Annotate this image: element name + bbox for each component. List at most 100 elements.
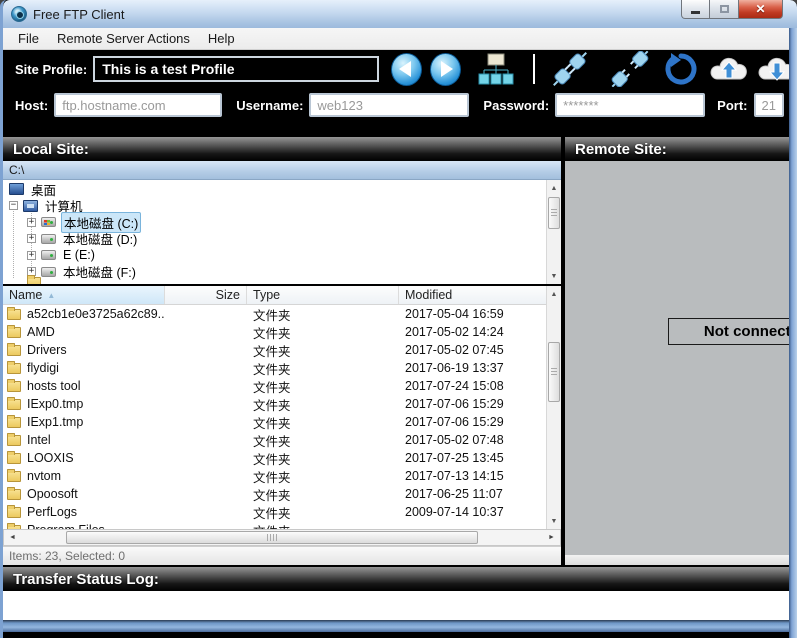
- expand-icon[interactable]: +: [27, 250, 36, 260]
- file-type: 文件夹: [253, 470, 291, 485]
- remote-site-body: Not connected: [565, 161, 797, 565]
- file-row[interactable]: PerfLogs 文件夹 2009-07-14 10:37: [3, 503, 546, 521]
- column-header-modified[interactable]: Modified: [399, 286, 546, 304]
- file-modified: 2017-05-02 07:48: [405, 433, 504, 447]
- host-input[interactable]: [54, 93, 223, 117]
- file-row[interactable]: Drivers 文件夹 2017-05-02 07:45: [3, 341, 546, 359]
- local-path-bar[interactable]: C:\: [3, 161, 561, 180]
- tree-scrollbar[interactable]: ▲ ▼: [546, 180, 561, 284]
- scroll-up-icon[interactable]: ▲: [547, 181, 561, 195]
- transfer-log-area[interactable]: [3, 591, 797, 620]
- horizontal-scroll-thumb[interactable]: [66, 531, 478, 544]
- file-name: Drivers: [27, 343, 67, 357]
- drive-icon: [41, 250, 56, 261]
- file-row[interactable]: IExp1.tmp 文件夹 2017-07-06 15:29: [3, 413, 546, 431]
- next-profile-button[interactable]: [430, 52, 462, 86]
- column-header-name[interactable]: Name ▲: [3, 286, 165, 304]
- connection-toolbar: Host: Username: Password: Port:: [3, 88, 797, 122]
- menu-bar: File Remote Server Actions Help: [3, 28, 797, 50]
- maximize-button[interactable]: [710, 0, 738, 19]
- file-modified: 2017-07-13 14:15: [405, 469, 504, 483]
- tree-item-label: E (E:): [63, 248, 95, 263]
- file-row[interactable]: AMD 文件夹 2017-05-02 14:24: [3, 323, 546, 341]
- file-row[interactable]: IExp0.tmp 文件夹 2017-07-06 15:29: [3, 395, 546, 413]
- file-name: Opoosoft: [27, 487, 78, 501]
- file-type: 文件夹: [253, 326, 291, 341]
- upload-icon[interactable]: [709, 55, 749, 83]
- tree-item[interactable]: + 本地磁盘 (C:): [3, 211, 546, 233]
- file-type: 文件夹: [253, 344, 291, 359]
- expand-icon[interactable]: +: [27, 234, 36, 244]
- tree-item[interactable]: 桌面: [3, 181, 546, 198]
- scroll-down-icon[interactable]: ▼: [547, 269, 561, 283]
- username-input[interactable]: [309, 93, 470, 117]
- title-bar[interactable]: Free FTP Client ✕: [3, 0, 797, 28]
- local-tree: 桌面 − 计算机 + 本地磁盘 (C:) + 本地磁盘 (D:) + E (E:) + 本地磁盘 (…: [3, 180, 546, 284]
- connect-icon[interactable]: [549, 51, 591, 87]
- folder-icon: [7, 433, 21, 446]
- password-input[interactable]: [555, 93, 706, 117]
- file-row[interactable]: nvtom 文件夹 2017-07-13 14:15: [3, 467, 546, 485]
- tree-item-partial[interactable]: [3, 275, 47, 284]
- file-modified: 2017-07-06 15:29: [405, 397, 504, 411]
- file-row[interactable]: hosts tool 文件夹 2017-07-24 15:08: [3, 377, 546, 395]
- file-row[interactable]: Program Files文件夹: [3, 521, 546, 529]
- port-input[interactable]: [753, 93, 784, 117]
- site-profile-label: Site Profile:: [15, 61, 88, 77]
- window-bottom-border: [3, 620, 797, 632]
- folder-icon: [7, 451, 21, 464]
- menu-item-file[interactable]: File: [9, 29, 48, 48]
- tree-item[interactable]: + 本地磁盘 (D:): [3, 231, 546, 248]
- file-list-scrollbar[interactable]: ▲ ▼: [546, 286, 561, 529]
- folder-icon: [27, 275, 41, 284]
- file-modified: 2017-05-02 07:45: [405, 343, 504, 357]
- column-header-type[interactable]: Type: [247, 286, 399, 304]
- arrow-left-icon: [399, 61, 412, 77]
- site-profile-input[interactable]: [93, 56, 380, 82]
- previous-profile-button[interactable]: [391, 52, 423, 86]
- file-name: AMD: [27, 325, 55, 339]
- desktop-icon: [9, 183, 24, 196]
- file-type: 文件夹: [253, 488, 291, 503]
- column-header-size[interactable]: Size: [165, 286, 247, 304]
- not-connected-message: Not connected: [668, 318, 797, 345]
- menu-item-help[interactable]: Help: [199, 29, 244, 48]
- file-modified: 2017-07-06 15:29: [405, 415, 504, 429]
- refresh-icon[interactable]: [665, 53, 697, 85]
- file-row[interactable]: LOOXIS 文件夹 2017-07-25 13:45: [3, 449, 546, 467]
- file-row[interactable]: Opoosoft 文件夹 2017-06-25 11:07: [3, 485, 546, 503]
- minimize-button[interactable]: [681, 0, 710, 19]
- expand-icon[interactable]: +: [27, 217, 36, 227]
- menu-item-remote-server-actions[interactable]: Remote Server Actions: [48, 29, 199, 48]
- remote-site-header: Remote Site:: [565, 137, 797, 161]
- port-label: Port:: [717, 97, 748, 113]
- scroll-right-icon[interactable]: ►: [544, 530, 559, 545]
- file-modified: 2017-05-02 14:24: [405, 325, 504, 339]
- profile-toolbar: Site Profile:: [3, 50, 797, 88]
- scroll-down-icon[interactable]: ▼: [547, 514, 561, 528]
- tree-item[interactable]: + E (E:): [3, 247, 546, 264]
- tree-scroll-thumb[interactable]: [548, 197, 560, 229]
- file-row[interactable]: a52cb1e0e3725a62c89... 文件夹 2017-05-04 16:5…: [3, 305, 546, 323]
- file-row[interactable]: flydigi 文件夹 2017-06-19 13:37: [3, 359, 546, 377]
- tree-item[interactable]: + 本地磁盘 (F:): [3, 264, 546, 280]
- tree-item-label: 本地磁盘 (D:): [63, 233, 138, 248]
- horizontal-scrollbar[interactable]: ◄ ►: [3, 529, 561, 546]
- scroll-up-icon[interactable]: ▲: [547, 287, 561, 301]
- folder-icon: [7, 487, 21, 500]
- list-scroll-thumb[interactable]: [548, 342, 560, 402]
- folder-icon: [7, 325, 21, 338]
- site-manager-icon[interactable]: [477, 52, 515, 86]
- scroll-left-icon[interactable]: ◄: [5, 530, 20, 545]
- collapse-icon[interactable]: −: [9, 201, 18, 211]
- computer-icon: [23, 199, 38, 212]
- close-button[interactable]: ✕: [738, 0, 783, 19]
- file-row[interactable]: Intel 文件夹 2017-05-02 07:48: [3, 431, 546, 449]
- file-modified: 2017-06-19 13:37: [405, 361, 504, 375]
- local-site-panel: Local Site: C:\ 桌面 − 计算机 + 本地磁盘 (C:) + 本地磁盘 (D…: [3, 137, 561, 565]
- window-controls: ✕: [681, 0, 783, 19]
- disconnect-icon[interactable]: [609, 51, 651, 87]
- file-name: PerfLogs: [27, 505, 78, 519]
- main-panels: Local Site: C:\ 桌面 − 计算机 + 本地磁盘 (C:) + 本地磁盘 (D…: [3, 137, 797, 565]
- file-type: 文件夹: [253, 506, 291, 521]
